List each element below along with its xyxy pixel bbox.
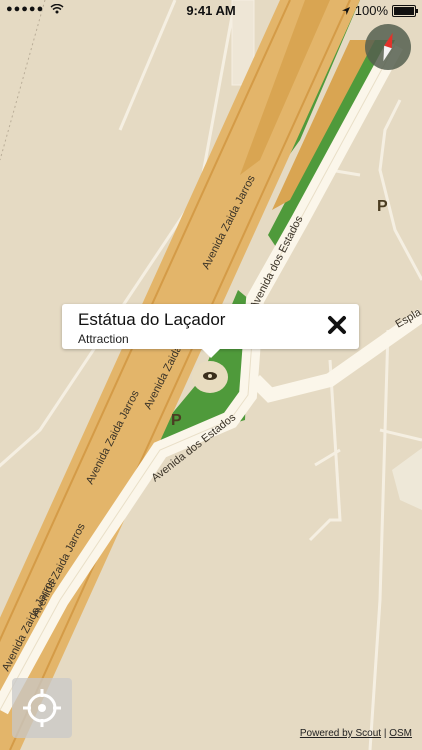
poi-callout[interactable]: Estátua do Laçador Attraction [62, 304, 359, 358]
location-arrow-icon [341, 6, 350, 15]
parking-icon[interactable]: P [377, 198, 388, 215]
crosshair-icon [23, 689, 61, 727]
map-attribution: Powered by Scout | OSM [300, 728, 412, 739]
poi-title: Estátua do Laçador [78, 310, 226, 329]
eye-icon[interactable] [203, 372, 217, 380]
powered-by-link[interactable]: Powered by Scout [300, 728, 381, 739]
compass-button[interactable] [365, 24, 411, 70]
parking-icon[interactable]: P [171, 412, 182, 429]
battery-icon [392, 4, 418, 17]
map-canvas[interactable]: Avenida Zaida Jarros Avenida Zaida Jarro… [0, 0, 422, 750]
compass-icon [383, 32, 393, 62]
close-icon [328, 316, 346, 334]
status-bar: ●●●●● 9:41 AM 100% [0, 0, 422, 22]
battery-percent: 100% [354, 3, 388, 18]
osm-link[interactable]: OSM [389, 728, 412, 739]
close-button[interactable] [325, 314, 349, 338]
locate-me-button[interactable] [12, 678, 72, 738]
attribution-separator: | [383, 728, 387, 739]
poi-category: Attraction [78, 332, 129, 346]
